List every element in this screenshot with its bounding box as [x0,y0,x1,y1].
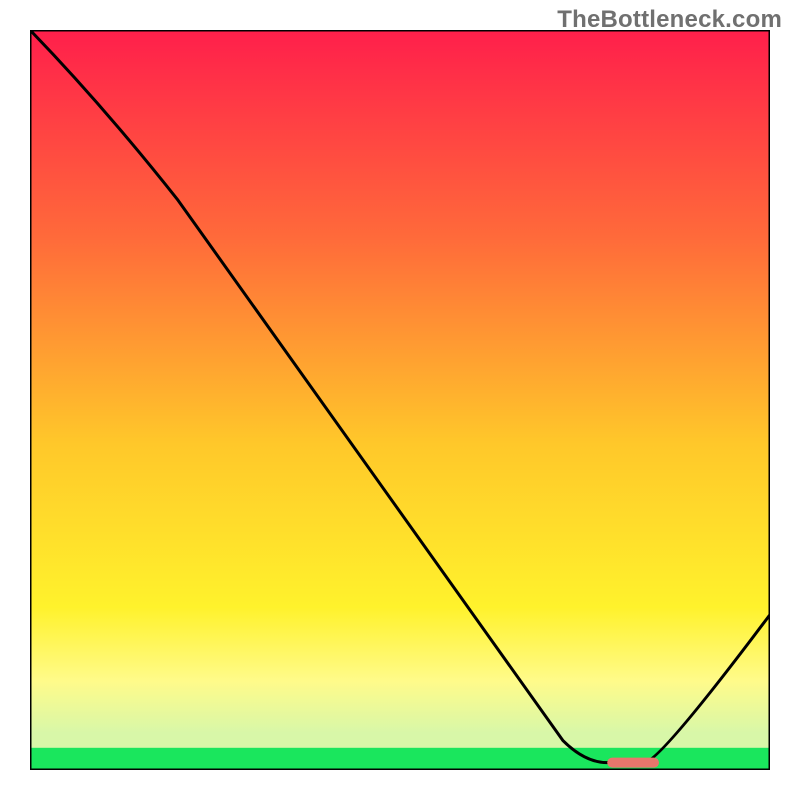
chart-container: TheBottleneck.com [0,0,800,800]
optimum-marker [607,758,659,768]
gradient-background [30,30,770,770]
plot-area [30,30,770,770]
watermark-text: TheBottleneck.com [557,6,782,34]
chart-svg [30,30,770,770]
